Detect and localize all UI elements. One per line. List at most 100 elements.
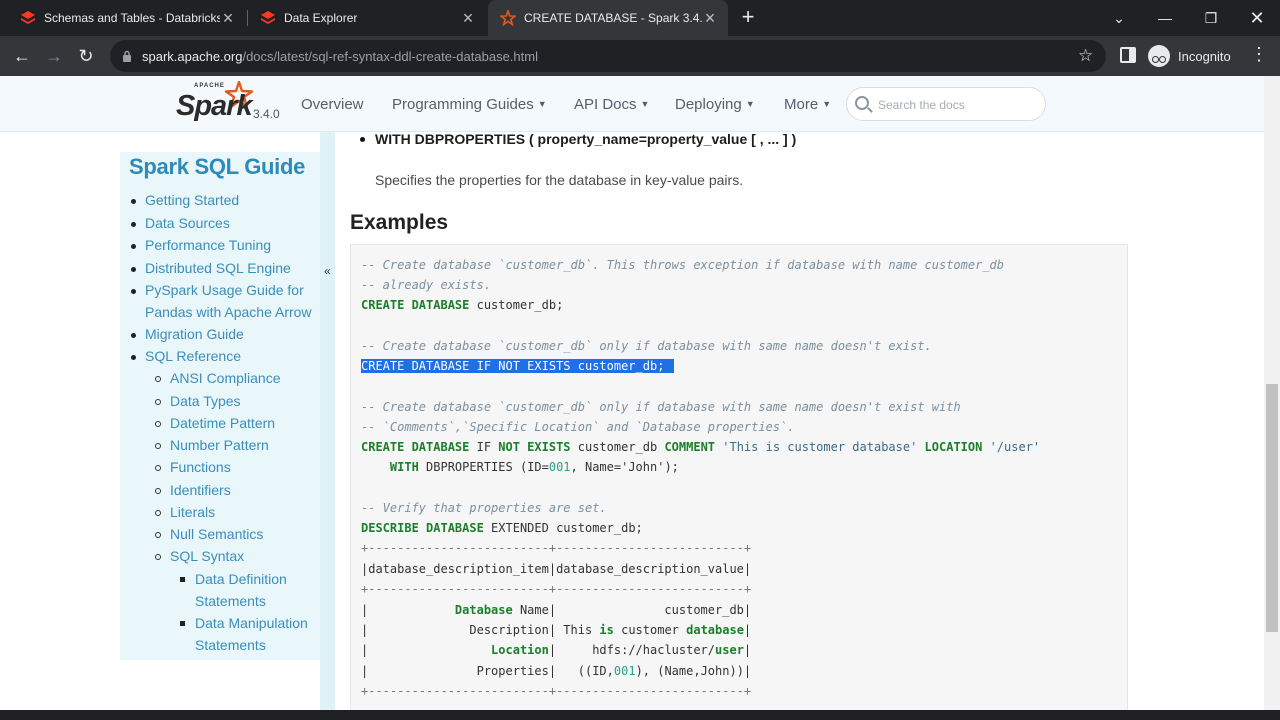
sidebar-item-data-sources[interactable]: Data Sources: [145, 215, 230, 231]
sidebar-subsubitem-data-manipulation[interactable]: Data Manipulation: [195, 615, 308, 631]
bullet: [131, 267, 136, 272]
collapse-sidebar-icon[interactable]: «: [324, 264, 331, 278]
bookmark-star-icon[interactable]: ☆: [1078, 46, 1093, 66]
sidebar-subitem-data-types[interactable]: Data Types: [170, 393, 241, 409]
tab-title: Schemas and Tables - Databricks: [44, 11, 220, 25]
sidebar-item-sql-reference[interactable]: SQL Reference: [145, 348, 241, 364]
sidebar-subitem-literals[interactable]: Literals: [170, 504, 215, 520]
url-path: /docs/latest/sql-ref-syntax-ddl-create-d…: [242, 49, 538, 64]
nav-label: More: [784, 96, 819, 113]
square-bullet: [180, 577, 185, 582]
spark-icon: [498, 8, 518, 27]
sidebar-subitem-identifiers[interactable]: Identifiers: [170, 482, 231, 498]
close-icon[interactable]: ×: [702, 8, 718, 29]
circle-bullet: [155, 488, 161, 494]
side-panel-icon[interactable]: [1120, 47, 1136, 63]
code-comment: -- Verify that properties are set.: [361, 501, 607, 515]
tab-schemas-and-tables[interactable]: Schemas and Tables - Databricks ×: [8, 0, 246, 36]
sidebar-item-distributed-sql-engine[interactable]: Distributed SQL Engine: [145, 260, 291, 276]
dbproperties-heading: WITH DBPROPERTIES ( property_name=proper…: [375, 131, 797, 147]
minimize-icon[interactable]: —: [1142, 0, 1188, 36]
tab-search-icon[interactable]: ⌄: [1096, 0, 1142, 36]
browser-toolbar: ← → ↻ spark.apache.org/docs/latest/sql-r…: [0, 36, 1280, 76]
table-header: |database_description_item|database_desc…: [361, 562, 752, 576]
code-text: DBPROPERTIES (ID=: [418, 460, 549, 474]
nav-programming-guides[interactable]: Programming Guides ▼: [392, 96, 547, 113]
nav-api-docs[interactable]: API Docs ▼: [574, 96, 649, 113]
code-line: CREATE DATABASE customer_db;: [361, 295, 563, 315]
code-keyword: user: [715, 643, 744, 657]
code-line-selected: CREATE DATABASE IF NOT EXISTS customer_d…: [361, 356, 675, 376]
forward-arrow-icon[interactable]: →: [42, 44, 66, 68]
sidebar-item-getting-started[interactable]: Getting Started: [145, 192, 239, 208]
scrollbar-thumb[interactable]: [1266, 384, 1278, 632]
sidebar-subitem-null-semantics[interactable]: Null Semantics: [170, 526, 263, 542]
sidebar-title[interactable]: Spark SQL Guide: [129, 154, 305, 180]
table-border: +-------------------------+-------------…: [361, 684, 752, 698]
sidebar-subitem-ansi-compliance[interactable]: ANSI Compliance: [170, 370, 281, 386]
bullet: [131, 222, 136, 227]
sidebar-subitem-functions[interactable]: Functions: [170, 459, 231, 475]
code-keyword: database: [686, 623, 744, 637]
spark-logo[interactable]: APACHE Spark 3.4.0: [176, 81, 286, 127]
sidebar-subsubitem-data-manipulation-line2[interactable]: Statements: [195, 637, 266, 653]
code-string: '/user': [982, 440, 1041, 454]
code-comment: -- already exists.: [361, 278, 492, 292]
incognito-profile[interactable]: Incognito: [1148, 44, 1231, 68]
dbproperties-description: Specifies the properties for the databas…: [375, 172, 744, 188]
close-icon[interactable]: ×: [460, 8, 476, 29]
nav-label: Overview: [301, 96, 364, 113]
reload-icon[interactable]: ↻: [74, 44, 98, 68]
code-text: | hdfs://hacluster/: [548, 643, 716, 657]
sidebar-item-pyspark-usage-guide-line2[interactable]: Pandas with Apache Arrow: [145, 304, 312, 320]
table-row: | Properties| ((ID,001), (Name,John))|: [361, 661, 751, 681]
sidebar-subitem-sql-syntax[interactable]: SQL Syntax: [170, 548, 244, 564]
search-icon: [855, 96, 869, 110]
code-keyword: CREATE DATABASE: [361, 440, 470, 454]
code-text: customer: [613, 623, 687, 637]
tab-create-database[interactable]: CREATE DATABASE - Spark 3.4.0 D ×: [488, 0, 728, 36]
docs-search-input[interactable]: Search the docs: [846, 87, 1046, 121]
caret-down-icon: ▼: [537, 99, 547, 109]
sidebar-subsubitem-data-definition-line2[interactable]: Statements: [195, 593, 266, 609]
window-close-icon[interactable]: ✕: [1234, 0, 1280, 36]
logo-spark: Spark: [176, 90, 253, 122]
code-text: |: [361, 603, 455, 617]
new-tab-button[interactable]: +: [738, 6, 758, 30]
code-block[interactable]: -- Create database `customer_db`. This t…: [350, 244, 1128, 710]
code-text: EXTENDED customer_db;: [483, 521, 643, 535]
sidebar-subsubitem-data-definition[interactable]: Data Definition: [195, 571, 287, 587]
nav-overview[interactable]: Overview: [301, 96, 364, 113]
nav-more[interactable]: More ▼: [784, 96, 831, 113]
circle-bullet: [155, 399, 161, 405]
table-row: | Database Name| customer_db|: [361, 600, 751, 620]
restore-icon[interactable]: ❐: [1188, 0, 1234, 36]
examples-heading: Examples: [350, 211, 449, 234]
bullet: [131, 244, 136, 249]
browser-tab-strip: Schemas and Tables - Databricks × Data E…: [0, 0, 1280, 36]
nav-label: Programming Guides: [392, 96, 534, 113]
sidebar-subitem-datetime-pattern[interactable]: Datetime Pattern: [170, 415, 275, 431]
code-string: 'This is customer database': [715, 440, 925, 454]
browser-menu-icon[interactable]: ⋮: [1250, 44, 1268, 65]
code-keyword: COMMENT: [664, 440, 716, 454]
tab-data-explorer[interactable]: Data Explorer ×: [248, 0, 486, 36]
square-bullet: [180, 621, 185, 626]
sidebar-item-migration-guide[interactable]: Migration Guide: [145, 326, 244, 342]
logo-apache: APACHE: [194, 83, 225, 89]
sidebar-item-performance-tuning[interactable]: Performance Tuning: [145, 237, 271, 253]
code-text: , Name='John');: [570, 460, 679, 474]
back-arrow-icon[interactable]: ←: [10, 44, 34, 68]
address-bar[interactable]: spark.apache.org/docs/latest/sql-ref-syn…: [110, 40, 1106, 72]
sidebar-collapse-strip[interactable]: [320, 132, 335, 710]
close-icon[interactable]: ×: [220, 8, 236, 29]
sidebar-subitem-number-pattern[interactable]: Number Pattern: [170, 437, 269, 453]
table-border: +-------------------------+-------------…: [361, 541, 752, 555]
site-navbar: APACHE Spark 3.4.0 Overview Programming …: [0, 76, 1264, 132]
sidebar-item-pyspark-usage-guide[interactable]: PySpark Usage Guide for: [145, 282, 304, 298]
code-text: customer_db;: [469, 298, 564, 312]
page-scrollbar[interactable]: [1264, 76, 1280, 710]
code-text: |: [743, 623, 752, 637]
nav-deploying[interactable]: Deploying ▼: [675, 96, 755, 113]
search-placeholder: Search the docs: [878, 98, 965, 112]
